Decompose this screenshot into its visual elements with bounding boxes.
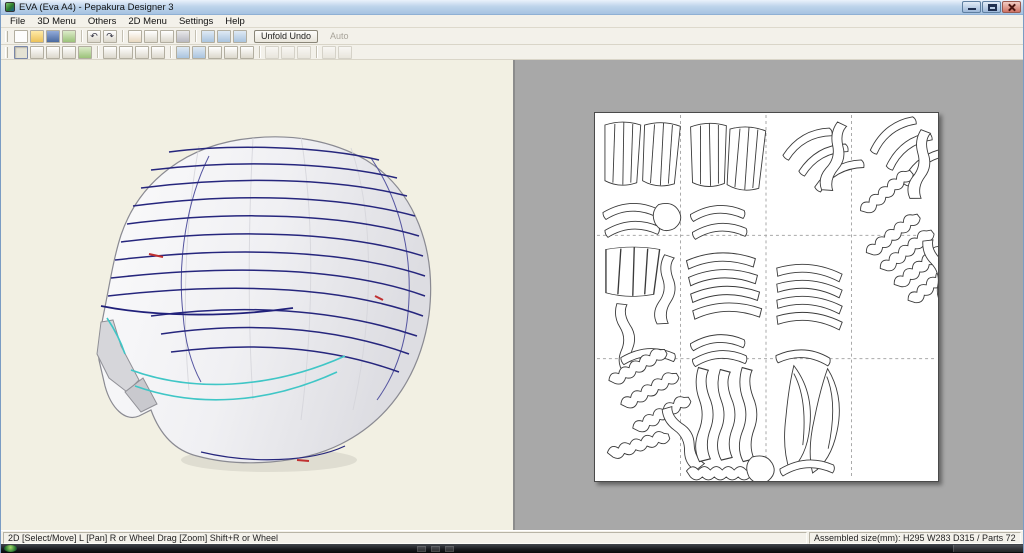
close-button[interactable] [1002, 1, 1021, 13]
new-file-icon[interactable] [14, 29, 28, 43]
3d-view-pane[interactable] [1, 60, 513, 530]
pattern-pieces-render [596, 113, 938, 481]
toolbar-grip[interactable] [5, 30, 8, 42]
measure-icon[interactable] [160, 29, 174, 43]
menubar: File 3D Menu Others 2D Menu Settings Hel… [1, 15, 1023, 28]
assembled-size: Assembled size(mm): H295 W283 D315 / Par… [809, 531, 1021, 544]
statusbar: 2D [Select/Move] L [Pan] R or Wheel Drag… [1, 530, 1023, 544]
menu-file[interactable]: File [4, 16, 31, 27]
window-controls [962, 1, 1021, 13]
rotate-icon[interactable] [30, 45, 44, 59]
part-number-icon[interactable] [192, 45, 206, 59]
app-icon [5, 2, 15, 12]
view-split-icon[interactable] [201, 29, 215, 43]
pepakura-window: EVA (Eva A4) - Pepakura Designer 3 File … [0, 0, 1024, 553]
order-icon[interactable] [176, 45, 190, 59]
grid-icon[interactable] [208, 45, 222, 59]
window-title: EVA (Eva A4) - Pepakura Designer 3 [19, 1, 174, 13]
pen-icon[interactable] [128, 29, 142, 43]
zoom-in-icon[interactable] [322, 45, 336, 59]
taskbar-app-icon[interactable] [417, 545, 426, 552]
edit-edge-icon[interactable] [78, 45, 92, 59]
status-hint: 2D [Select/Move] L [Pan] R or Wheel Drag… [3, 531, 807, 544]
taskbar-app-icon[interactable] [445, 545, 454, 552]
pan-icon[interactable] [46, 45, 60, 59]
flip-icon[interactable] [135, 45, 149, 59]
select-move-icon[interactable] [14, 45, 28, 59]
taskbar-app-icon[interactable] [431, 545, 440, 552]
texture-icon[interactable] [62, 29, 76, 43]
view-3d-icon[interactable] [217, 29, 231, 43]
system-tray[interactable] [953, 545, 1023, 552]
redo-icon[interactable]: ↷ [103, 29, 117, 43]
taskbar[interactable] [1, 544, 1023, 553]
menu-others[interactable]: Others [82, 16, 123, 27]
titlebar[interactable]: EVA (Eva A4) - Pepakura Designer 3 [1, 0, 1023, 15]
check-icon[interactable] [224, 45, 238, 59]
start-button[interactable] [4, 545, 17, 552]
unfold-undo-button[interactable]: Unfold Undo [254, 29, 319, 43]
pattern-sheet [594, 112, 939, 482]
divide-icon[interactable] [103, 45, 117, 59]
zoom-out-icon[interactable] [338, 45, 352, 59]
workspace [1, 60, 1023, 530]
helmet-3d-render [96, 136, 432, 472]
align-left-icon[interactable] [265, 45, 279, 59]
align-center-icon[interactable] [281, 45, 295, 59]
zoom-icon[interactable] [62, 45, 76, 59]
menu-help[interactable]: Help [219, 16, 251, 27]
view-2d-icon[interactable] [233, 29, 247, 43]
menu-2d[interactable]: 2D Menu [122, 16, 173, 27]
menu-3d[interactable]: 3D Menu [31, 16, 82, 27]
maximize-button[interactable] [982, 1, 1001, 13]
menu-settings[interactable]: Settings [173, 16, 219, 27]
eraser-icon[interactable] [144, 29, 158, 43]
flap-icon[interactable] [151, 45, 165, 59]
undo-icon[interactable]: ↶ [87, 29, 101, 43]
toolbar-grip-2[interactable] [5, 46, 8, 58]
toolbar-2d [1, 45, 1023, 60]
2d-pattern-pane[interactable] [515, 60, 1023, 530]
save-icon[interactable] [46, 29, 60, 43]
open-folder-icon[interactable] [30, 29, 44, 43]
toolbar-main: ↶ ↷ Unfold Undo Auto [1, 28, 1023, 45]
join-icon[interactable] [119, 45, 133, 59]
auto-label: Auto [330, 31, 349, 41]
scale-icon[interactable] [240, 45, 254, 59]
print-icon[interactable] [176, 29, 190, 43]
minimize-button[interactable] [962, 1, 981, 13]
align-right-icon[interactable] [297, 45, 311, 59]
